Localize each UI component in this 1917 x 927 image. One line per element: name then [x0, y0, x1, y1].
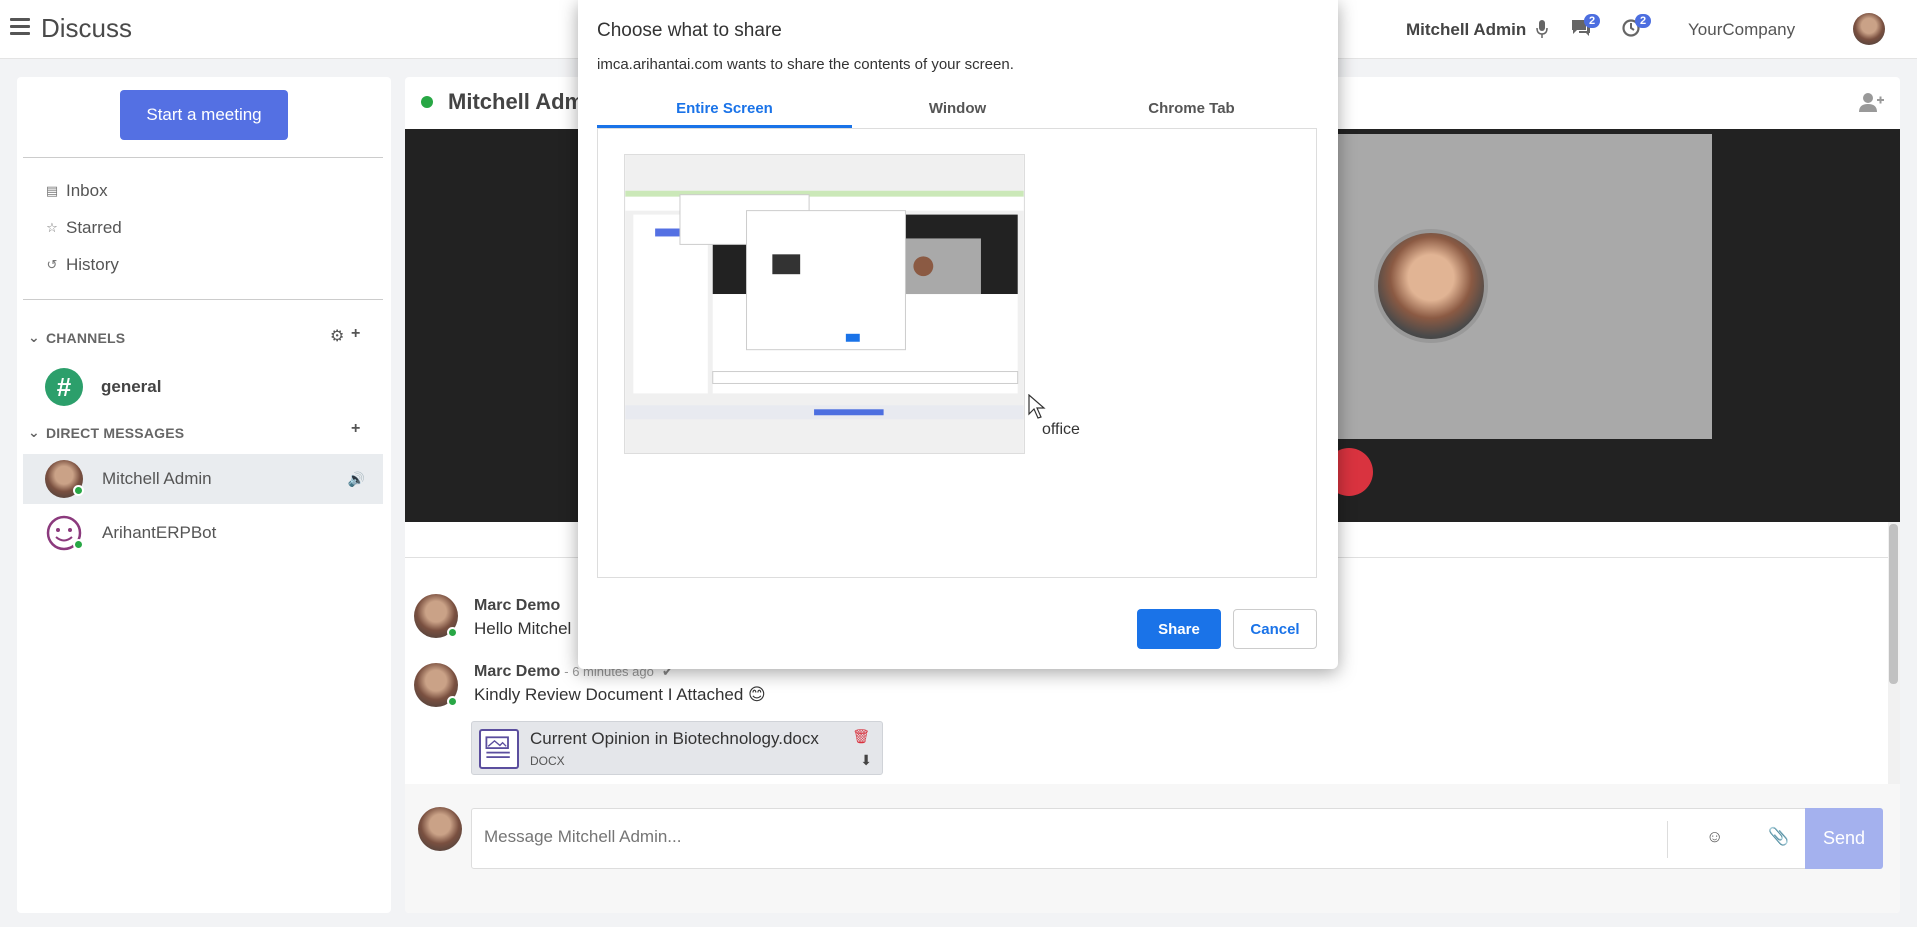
emoji-icon[interactable]: ☺ — [1706, 827, 1723, 847]
online-status-icon — [73, 485, 84, 496]
direct-messages-header[interactable]: ⌄ DIRECT MESSAGES — [28, 424, 184, 441]
send-button[interactable]: Send — [1805, 808, 1883, 869]
dialog-subtitle: imca.arihantai.com wants to share the co… — [597, 56, 1014, 73]
chevron-down-icon: ⌄ — [28, 424, 40, 440]
divider — [23, 157, 383, 158]
channels-title: CHANNELS — [45, 329, 126, 346]
sidebar-item-history[interactable]: ↺ History — [45, 255, 119, 275]
direct-messages-title: DIRECT MESSAGES — [45, 424, 185, 441]
attachment-type: DOCX — [530, 754, 565, 768]
share-button[interactable]: Share — [1137, 609, 1221, 649]
user-name[interactable]: Mitchell Admin — [1406, 0, 1526, 59]
message-text: Hello Mitchel — [474, 619, 572, 638]
chevron-down-icon: ⌄ — [28, 329, 40, 345]
tab-chrome-tab[interactable]: Chrome Tab — [1064, 100, 1319, 117]
chat-badge: 2 — [1584, 14, 1601, 28]
microphone-icon[interactable] — [1536, 20, 1548, 38]
conversation-title: Mitchell Adm — [448, 89, 585, 114]
smile-emoji-icon: 😊 — [748, 685, 766, 704]
share-preview-area: office — [597, 129, 1317, 578]
add-direct-message-icon[interactable]: + — [351, 420, 360, 438]
channels-header[interactable]: ⌄ CHANNELS — [28, 329, 125, 346]
tab-entire-screen[interactable]: Entire Screen — [597, 100, 852, 117]
trash-icon[interactable]: 🗑 — [852, 728, 870, 745]
channel-name: general — [101, 377, 162, 396]
online-status-icon — [421, 96, 433, 108]
divider — [1667, 821, 1668, 858]
sidebar-item-label: History — [66, 255, 119, 274]
add-user-icon[interactable] — [1858, 91, 1884, 113]
app-title: Discuss — [41, 13, 133, 43]
activity-icon[interactable]: 2 — [1621, 14, 1652, 43]
cancel-button[interactable]: Cancel — [1233, 609, 1317, 649]
channel-settings-icon[interactable]: ⚙ — [330, 326, 344, 346]
online-status-icon — [447, 627, 458, 638]
star-icon: ☆ — [46, 220, 58, 235]
message-text: Kindly Review Document I Attached 😊 — [474, 685, 766, 704]
menu-icon[interactable] — [10, 18, 30, 38]
company-switcher[interactable]: YourCompany — [1688, 0, 1795, 59]
message-author: Marc Demo — [474, 597, 561, 614]
tab-window[interactable]: Window — [830, 100, 1085, 117]
history-icon: ↺ — [46, 257, 58, 272]
dialog-title: Choose what to share — [597, 20, 782, 41]
start-meeting-button[interactable]: Start a meeting — [120, 90, 288, 140]
scrollbar-thumb[interactable] — [1889, 524, 1898, 684]
tab-underline — [597, 125, 852, 128]
dm-name: Mitchell Admin — [102, 469, 212, 488]
inbox-icon: ▤ — [45, 183, 59, 198]
activity-badge: 2 — [1635, 14, 1652, 28]
sidebar-item-starred[interactable]: ☆ Starred — [45, 218, 122, 238]
divider — [23, 299, 383, 300]
channel-item-general[interactable]: # general — [45, 368, 161, 406]
attachment-name: Current Opinion in Biotechnology.docx — [530, 729, 819, 748]
add-channel-icon[interactable]: + — [351, 325, 360, 343]
sidebar-item-label: Inbox — [66, 181, 108, 200]
download-icon[interactable]: ⬇ — [860, 752, 872, 769]
sidebar: Start a meeting ▤ Inbox ☆ Starred ↺ Hist… — [17, 77, 391, 913]
screen-share-dialog: Choose what to share imca.arihantai.com … — [578, 0, 1338, 669]
online-status-icon — [73, 539, 84, 550]
avatar — [418, 807, 462, 851]
sidebar-item-label: Starred — [66, 218, 122, 237]
mouse-cursor-icon — [1028, 394, 1046, 419]
sidebar-item-inbox[interactable]: ▤ Inbox — [45, 181, 108, 201]
composer-box: ☺ 📎 — [471, 808, 1838, 869]
participant-avatar — [1374, 229, 1488, 343]
screen-thumbnail[interactable] — [624, 154, 1025, 454]
dm-item-arihanterpbot[interactable]: ArihantERPBot — [23, 508, 383, 558]
message-input[interactable] — [484, 827, 1634, 847]
dm-name: ArihantERPBot — [102, 523, 217, 542]
paperclip-icon[interactable]: 📎 — [1768, 827, 1789, 847]
online-status-icon — [447, 696, 458, 707]
hash-icon: # — [45, 368, 83, 406]
dm-item-mitchell-admin[interactable]: Mitchell Admin 🔊 — [23, 454, 383, 504]
attachment-card[interactable]: Current Opinion in Biotechnology.docx DO… — [471, 721, 883, 775]
chat-icon[interactable]: 2 — [1570, 14, 1601, 43]
user-avatar[interactable] — [1853, 13, 1885, 45]
screen-label: office — [1042, 421, 1080, 438]
speaker-icon: 🔊 — [347, 470, 365, 487]
document-icon — [479, 729, 519, 769]
share-tabs: Entire Screen Window Chrome Tab — [597, 92, 1317, 129]
